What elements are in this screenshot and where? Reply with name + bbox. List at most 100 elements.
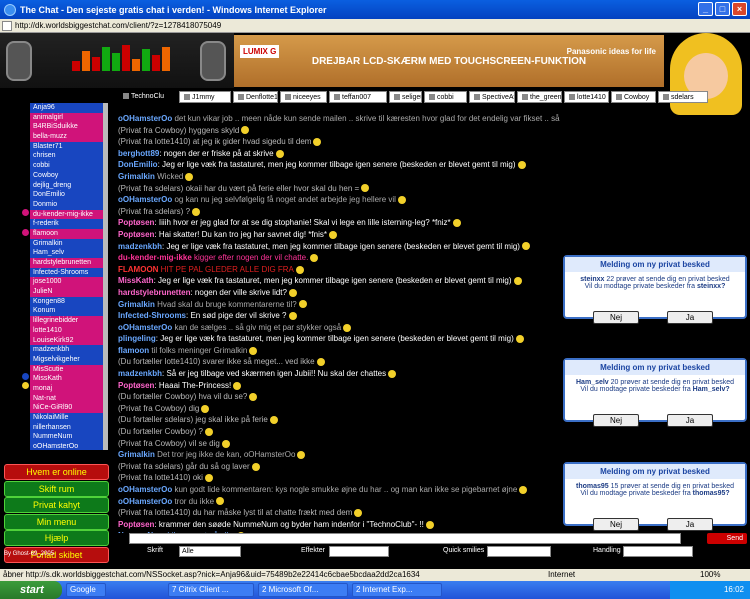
address-url[interactable]: http://dk.worldsbiggestchat.com/client/?… — [15, 21, 221, 30]
action-select[interactable] — [623, 546, 693, 557]
message-author[interactable]: flamoon — [118, 346, 149, 355]
taskbar-item[interactable]: 2 Internet Exp... — [352, 583, 442, 597]
user-list-item[interactable]: NummeNum — [30, 432, 103, 443]
menu-button[interactable]: Min menu — [4, 513, 109, 530]
message-author[interactable]: oOHamsterOo — [118, 485, 172, 494]
room-tab[interactable]: Cowboy — [611, 91, 656, 103]
yes-button[interactable]: Ja — [667, 518, 713, 531]
user-list-item[interactable]: JulieN — [30, 287, 103, 297]
user-list-item[interactable]: LouiseKirk92 — [30, 335, 103, 346]
user-list-item[interactable]: cobbi — [30, 161, 103, 171]
ad-banner[interactable]: LUMIX G DREJBAR LCD-SKÆRM MED TOUCHSCREE… — [234, 35, 664, 87]
user-list-item[interactable]: bella-muzz — [30, 132, 103, 142]
room-tab[interactable]: niceeyes — [280, 91, 327, 103]
user-list-item[interactable]: nillerhansen — [30, 422, 103, 433]
user-list-item[interactable]: animalgirl — [30, 112, 103, 123]
room-tab[interactable]: teffan007 — [329, 91, 387, 103]
taskbar-item[interactable]: 7 Citrix Client ... — [168, 583, 254, 597]
user-list-item[interactable]: hardstylebrunetten — [30, 258, 103, 268]
message-author[interactable]: oOHamsterOo — [118, 323, 172, 332]
message-author[interactable]: oOHamsterOo — [118, 497, 172, 506]
user-list-item[interactable]: B4RBiSduikke — [30, 122, 103, 133]
no-button[interactable]: Nej — [593, 414, 639, 427]
effect-select[interactable] — [329, 546, 389, 557]
message-author[interactable]: oOHamsterOo — [118, 195, 172, 204]
user-list-item[interactable]: Blaster71 — [30, 141, 103, 152]
yes-button[interactable]: Ja — [667, 311, 713, 324]
user-list-item[interactable]: MissKath — [30, 374, 103, 384]
message-author[interactable]: Grimalkin — [118, 450, 155, 459]
send-button[interactable]: Send — [707, 533, 747, 544]
no-button[interactable]: Nej — [593, 518, 639, 531]
message-author[interactable]: berghott89 — [118, 149, 159, 158]
maximize-button[interactable]: □ — [715, 2, 730, 16]
close-button[interactable]: × — [732, 2, 747, 16]
user-list-item[interactable]: Infected-Shrooms — [30, 267, 103, 278]
user-list-scrollbar[interactable] — [103, 103, 108, 450]
menu-button[interactable]: Privat kahyt — [4, 497, 109, 513]
message-author[interactable]: madzenkbh — [118, 242, 162, 251]
yes-button[interactable]: Ja — [667, 414, 713, 427]
user-list-item[interactable]: Grimalkin — [30, 238, 103, 249]
taskbar-item[interactable]: 2 Microsoft Of... — [258, 583, 348, 597]
font-select[interactable]: Alle — [179, 546, 241, 557]
user-list-item[interactable]: Migselvikgeher — [30, 354, 103, 365]
room-tab[interactable]: J1mmy — [179, 91, 231, 103]
message-author[interactable]: hardstylebrunetten — [118, 288, 190, 297]
message-author[interactable]: MissKath — [118, 276, 154, 285]
message-author[interactable]: du-kender-mig-ikke — [118, 253, 192, 262]
menu-button[interactable]: Hjælp — [4, 530, 109, 546]
user-list-item[interactable]: oOHamsterOo — [30, 442, 103, 450]
message-author[interactable]: Poptøsen — [118, 218, 154, 227]
user-list-item[interactable]: jose1000 — [30, 277, 103, 288]
room-tab[interactable]: TechnoClu — [119, 91, 177, 103]
message-author[interactable]: DonEmilio — [118, 160, 158, 169]
user-list-item[interactable]: lillegrinebidder — [30, 316, 103, 326]
user-list-item[interactable]: MisScutie — [30, 364, 103, 375]
room-tab[interactable]: the_green — [517, 91, 562, 103]
room-tab[interactable]: Denflotte1 — [233, 91, 278, 103]
message-author[interactable]: madzenkbh — [118, 369, 162, 378]
user-list-item[interactable]: dejlig_dreng — [30, 180, 103, 191]
user-list-item[interactable]: flamoon — [30, 228, 103, 239]
zoom-level[interactable]: 100% — [700, 569, 720, 581]
taskbar-item[interactable]: Google — [66, 583, 106, 597]
user-list-item[interactable]: NikolaiMille — [30, 413, 103, 423]
message-author[interactable]: Poptøsen — [118, 520, 154, 529]
menu-button[interactable]: Skift rum — [4, 480, 109, 497]
no-button[interactable]: Nej — [593, 311, 639, 324]
user-list-item[interactable]: chrisen — [30, 151, 103, 162]
user-list-item[interactable]: DonEmilio — [30, 190, 103, 200]
chat-input[interactable] — [129, 533, 681, 544]
room-tab[interactable]: SpectiveAt — [469, 91, 515, 103]
room-tab[interactable]: cobbi — [424, 91, 467, 103]
user-list-item[interactable]: lotte1410 — [30, 325, 103, 336]
user-list-item[interactable]: madzenkbh — [30, 345, 103, 355]
message-author[interactable]: oOHamsterOo — [118, 114, 172, 123]
user-list-item[interactable]: f-rederik — [30, 219, 103, 229]
user-list-item[interactable]: Ham_selv — [30, 248, 103, 258]
user-list-item[interactable]: Donmio — [30, 199, 103, 210]
user-list-item[interactable]: Anja96 — [30, 103, 103, 113]
room-tab[interactable]: seligeud — [389, 91, 422, 103]
user-list-item[interactable]: Kongen88 — [30, 296, 103, 307]
user-list-item[interactable]: monaj — [30, 383, 103, 394]
user-list-item[interactable]: du-kender-mig-ikke — [30, 209, 103, 220]
message-author[interactable]: Infected-Shrooms — [118, 311, 186, 320]
message-author[interactable]: plingeling — [118, 334, 156, 343]
room-tab[interactable]: lotte1410 — [564, 91, 609, 103]
room-tab[interactable]: sdelars — [658, 91, 708, 103]
message-author[interactable]: Poptøsen — [118, 381, 154, 390]
user-list-item[interactable]: Cowboy — [30, 170, 103, 181]
quick-smilies-select[interactable] — [487, 546, 551, 557]
user-list-item[interactable]: Konum — [30, 306, 103, 317]
minimize-button[interactable]: _ — [698, 2, 713, 16]
address-bar[interactable]: http://dk.worldsbiggestchat.com/client/?… — [0, 19, 750, 33]
user-list-item[interactable]: Nat-nat — [30, 393, 103, 404]
message-author[interactable]: Poptøsen — [118, 230, 154, 239]
message-author[interactable]: Grimalkin — [118, 300, 155, 309]
message-author[interactable]: FLAMOON — [118, 265, 158, 274]
menu-button[interactable]: Hvem er online — [4, 464, 109, 480]
user-list-item[interactable]: NiCe-GiRl90 — [30, 403, 103, 413]
start-button[interactable]: start — [0, 581, 62, 599]
